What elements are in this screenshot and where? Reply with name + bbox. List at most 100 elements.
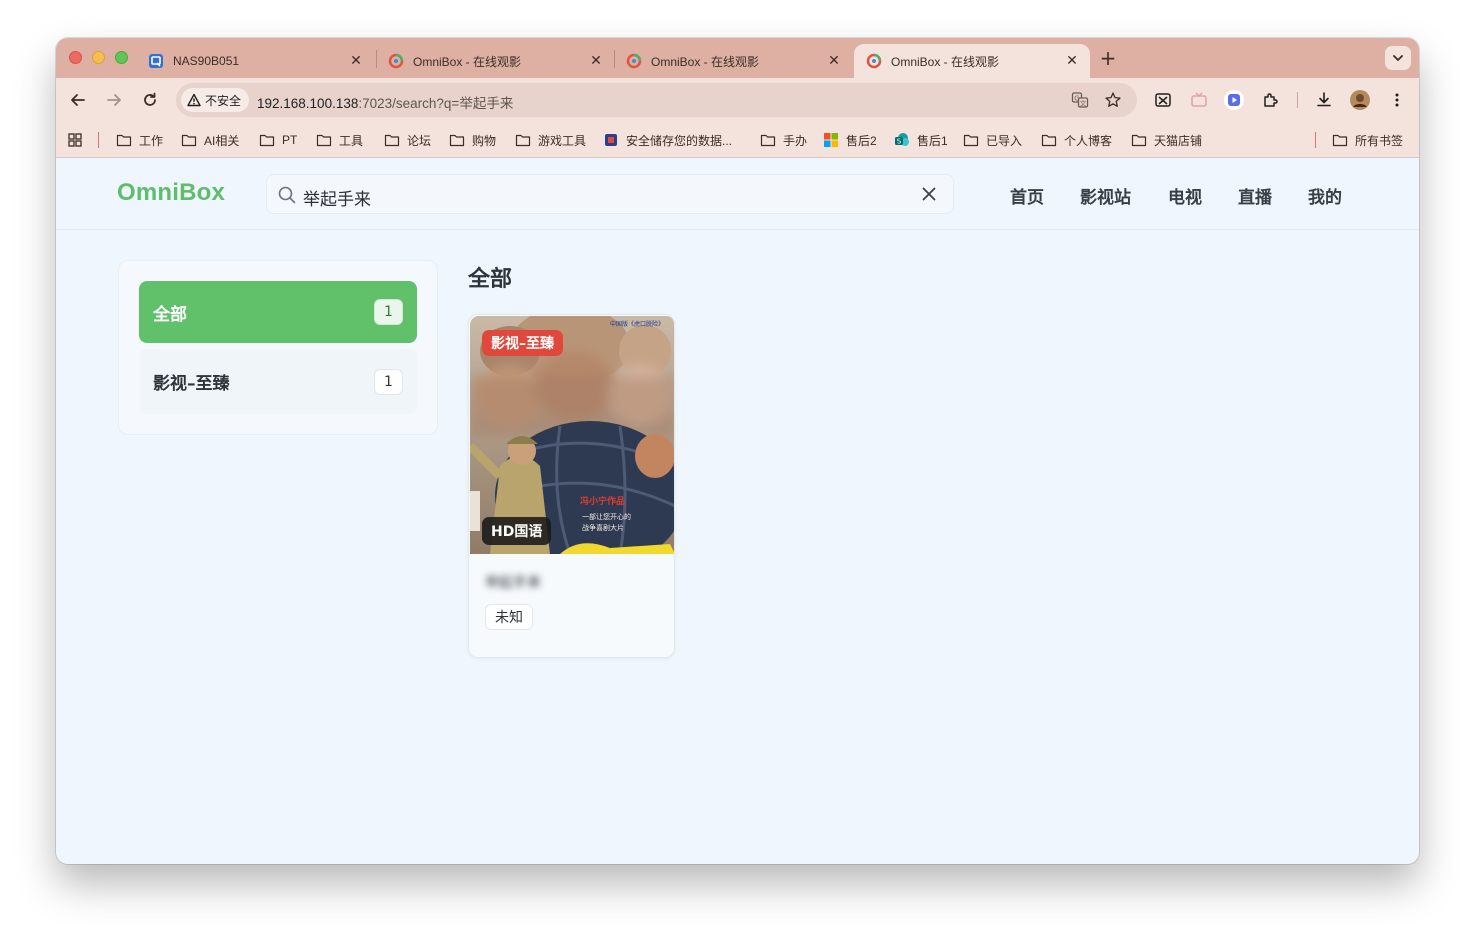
result-card[interactable]: 冯小宁作品 一部让您开心的 战争喜剧大片 中国版《虎口脱险》 影视–至臻 HD国… <box>468 314 675 658</box>
bookmark-label: 安全储存您的数据... <box>626 133 733 148</box>
bookmark-item[interactable]: 论坛 <box>384 130 431 150</box>
bookmark-item[interactable]: 工具 <box>316 130 363 150</box>
omnibox-icon <box>866 53 882 69</box>
folder-icon <box>181 132 197 148</box>
back-button[interactable] <box>66 88 90 112</box>
omnibox-icon <box>626 53 642 69</box>
svg-text:战争喜剧大片: 战争喜剧大片 <box>582 523 624 532</box>
browser-tab-1[interactable]: NAS90B051 ✕ <box>136 44 374 78</box>
more-menu-icon[interactable] <box>1385 88 1409 112</box>
search-input[interactable]: 举起手来 <box>303 185 371 210</box>
svg-text:一部让您开心的: 一部让您开心的 <box>582 512 631 521</box>
browser-tab-3[interactable]: OmniBox - 在线观影 ✕ <box>614 44 852 78</box>
bookmark-item[interactable]: 游戏工具 <box>515 130 586 150</box>
tab-title: OmniBox - 在线观影 <box>651 54 760 69</box>
quality-badge: HD国语 <box>482 517 552 545</box>
source-badge: 影视–至臻 <box>482 330 563 356</box>
bookmark-item[interactable]: AI相关 <box>181 130 239 150</box>
clear-search-button[interactable] <box>919 184 939 204</box>
search-icon <box>278 186 296 204</box>
folder-icon <box>515 132 531 148</box>
video-extension-icon[interactable] <box>1187 88 1211 112</box>
translate-icon[interactable]: G文 <box>1070 90 1090 110</box>
svg-text:S: S <box>897 138 902 146</box>
bookmark-label: 售后2 <box>846 133 877 148</box>
count-badge: 1 <box>374 368 403 395</box>
close-tab-icon[interactable]: ✕ <box>348 53 364 69</box>
search-box[interactable]: 举起手来 <box>266 174 954 214</box>
forward-button[interactable] <box>102 88 126 112</box>
omnibox-icon <box>388 53 404 69</box>
reload-button[interactable] <box>138 88 162 112</box>
bookmark-item[interactable]: 手办 <box>760 130 807 150</box>
bookmark-label: PT <box>282 133 298 147</box>
tab-search-button[interactable] <box>1385 46 1411 70</box>
count-badge: 1 <box>374 299 403 325</box>
folder-icon <box>1332 132 1348 148</box>
omnibox-page: OmniBox 举起手来 首页 影视站 电视 直播 我的 全部 1 影视–至臻 … <box>56 159 1419 864</box>
site-logo[interactable]: OmniBox <box>117 179 225 207</box>
bookmark-item[interactable]: 购物 <box>449 130 496 150</box>
close-tab-icon[interactable]: ✕ <box>826 53 842 69</box>
screenshot-extension-icon[interactable] <box>1151 88 1175 112</box>
nav-live[interactable]: 直播 <box>1238 183 1272 208</box>
sharepoint-icon: S <box>894 132 910 148</box>
bookmark-item[interactable]: 已导入 <box>963 130 1022 150</box>
url-host: 192.168.100.138 <box>257 96 359 111</box>
folder-icon <box>259 132 275 148</box>
extensions-puzzle-icon[interactable] <box>1259 88 1283 112</box>
minimize-window-button[interactable] <box>92 51 105 64</box>
site-header: OmniBox 举起手来 首页 影视站 电视 直播 我的 <box>56 159 1419 230</box>
close-tab-icon[interactable]: ✕ <box>1064 53 1080 69</box>
microsoft-icon <box>823 132 839 148</box>
folder-icon <box>963 132 979 148</box>
bookmark-item[interactable]: 售后2 <box>823 130 877 150</box>
filter-all[interactable]: 全部 1 <box>139 281 417 343</box>
close-window-button[interactable] <box>69 51 82 64</box>
apps-button[interactable] <box>67 130 83 150</box>
bookmark-star-icon[interactable] <box>1103 90 1123 110</box>
bookmark-item[interactable]: 工作 <box>116 130 163 150</box>
nav-tv[interactable]: 电视 <box>1168 183 1202 208</box>
address-bar[interactable]: 不安全 192.168.100.138:7023/search?q=举起手来 G… <box>176 83 1137 117</box>
download-icon[interactable] <box>1312 88 1336 112</box>
toolbar-divider <box>1297 92 1298 108</box>
bookmark-label: 工作 <box>139 133 164 148</box>
bookmark-item[interactable]: PT <box>259 130 297 150</box>
svg-text:文: 文 <box>1080 98 1087 107</box>
nav-mine[interactable]: 我的 <box>1308 183 1342 208</box>
browser-tab-4-active[interactable]: OmniBox - 在线观影 ✕ <box>854 44 1090 78</box>
new-tab-button[interactable]: + <box>1098 46 1118 70</box>
movie-poster[interactable]: 冯小宁作品 一部让您开心的 战争喜剧大片 中国版《虎口脱险》 影视–至臻 HD国… <box>470 316 674 554</box>
profile-avatar[interactable] <box>1348 88 1372 112</box>
bookmark-label: 已导入 <box>986 133 1023 148</box>
all-bookmarks-folder[interactable]: 所有书签 <box>1332 130 1403 150</box>
url-text[interactable]: 192.168.100.138:7023/search?q=举起手来 <box>257 92 513 112</box>
folder-icon <box>116 132 132 148</box>
bookmark-item[interactable]: 天猫店铺 <box>1131 130 1202 150</box>
nav-home[interactable]: 首页 <box>1010 183 1044 208</box>
result-title[interactable]: 举起手来 <box>485 572 541 592</box>
close-icon <box>922 187 936 201</box>
bookmarks-bar: 工作 AI相关 PT 工具 论坛 购物 游戏工具 安全储存您的数据... 手办 售后2 S 售后1 已导… <box>56 122 1419 158</box>
filter-source[interactable]: 影视–至臻 1 <box>139 349 417 414</box>
media-extension-icon[interactable] <box>1222 88 1246 112</box>
maximize-window-button[interactable] <box>115 51 128 64</box>
browser-tab-2[interactable]: OmniBox - 在线观影 ✕ <box>376 44 614 78</box>
bookmark-label: 所有书签 <box>1355 133 1404 148</box>
bookmark-item[interactable]: S 售后1 <box>894 130 948 150</box>
nav-video-sites[interactable]: 影视站 <box>1080 183 1131 208</box>
bookmark-label: 游戏工具 <box>538 133 587 148</box>
bookmark-label: 售后1 <box>917 133 948 148</box>
folder-icon <box>760 132 776 148</box>
svg-text:中国版《虎口脱险》: 中国版《虎口脱险》 <box>610 320 664 328</box>
tab-title: OmniBox - 在线观影 <box>891 54 1000 69</box>
close-tab-icon[interactable]: ✕ <box>588 53 604 69</box>
bookmark-item[interactable]: 安全储存您的数据... <box>603 130 732 150</box>
site-info-chip[interactable]: 不安全 <box>181 88 250 112</box>
tab-strip: NAS90B051 ✕ OmniBox - 在线观影 ✕ OmniBox - 在… <box>56 38 1419 78</box>
site-favicon <box>603 132 619 148</box>
bookmark-separator <box>1315 132 1316 148</box>
arrow-left-icon <box>71 94 85 106</box>
bookmark-item[interactable]: 个人博客 <box>1041 130 1112 150</box>
